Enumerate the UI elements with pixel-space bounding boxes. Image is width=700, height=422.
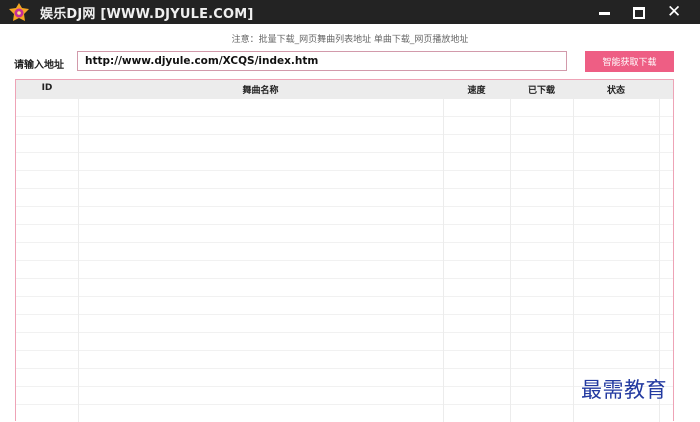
url-input[interactable] xyxy=(77,51,567,71)
smart-fetch-download-button[interactable]: 智能获取下载 xyxy=(585,51,674,72)
watermark: 最需教育 xyxy=(581,378,667,402)
column-header-song-name[interactable]: 舞曲名称 xyxy=(78,83,443,96)
close-icon: ✕ xyxy=(667,2,682,22)
column-header-speed[interactable]: 速度 xyxy=(443,83,510,96)
close-button[interactable]: ✕ xyxy=(658,0,692,24)
song-table[interactable]: ID 舞曲名称 速度 已下载 状态 xyxy=(15,79,674,422)
logo-icon xyxy=(9,3,29,21)
column-divider xyxy=(573,99,574,422)
column-header-downloaded[interactable]: 已下载 xyxy=(510,83,573,96)
table-header: ID 舞曲名称 速度 已下载 状态 xyxy=(16,80,673,99)
column-header-id[interactable]: ID xyxy=(16,83,78,93)
maximize-button[interactable] xyxy=(622,0,656,24)
title-bar[interactable]: 娱乐DJ网 [WWW.DJYULE.COM] ✕ xyxy=(0,0,700,24)
minimize-button[interactable] xyxy=(588,0,622,24)
column-divider xyxy=(443,99,444,422)
download-notice: 注意：批量下载_网页舞曲列表地址 单曲下载_网页播放地址 xyxy=(231,35,469,45)
minimize-icon xyxy=(599,12,610,15)
maximize-icon xyxy=(633,7,645,19)
column-header-status[interactable]: 状态 xyxy=(573,83,659,96)
url-label: 请输入地址 xyxy=(14,60,64,71)
column-divider xyxy=(510,99,511,422)
table-body[interactable] xyxy=(16,99,673,422)
window-title: 娱乐DJ网 [WWW.DJYULE.COM] xyxy=(40,7,254,22)
column-divider xyxy=(78,99,79,422)
